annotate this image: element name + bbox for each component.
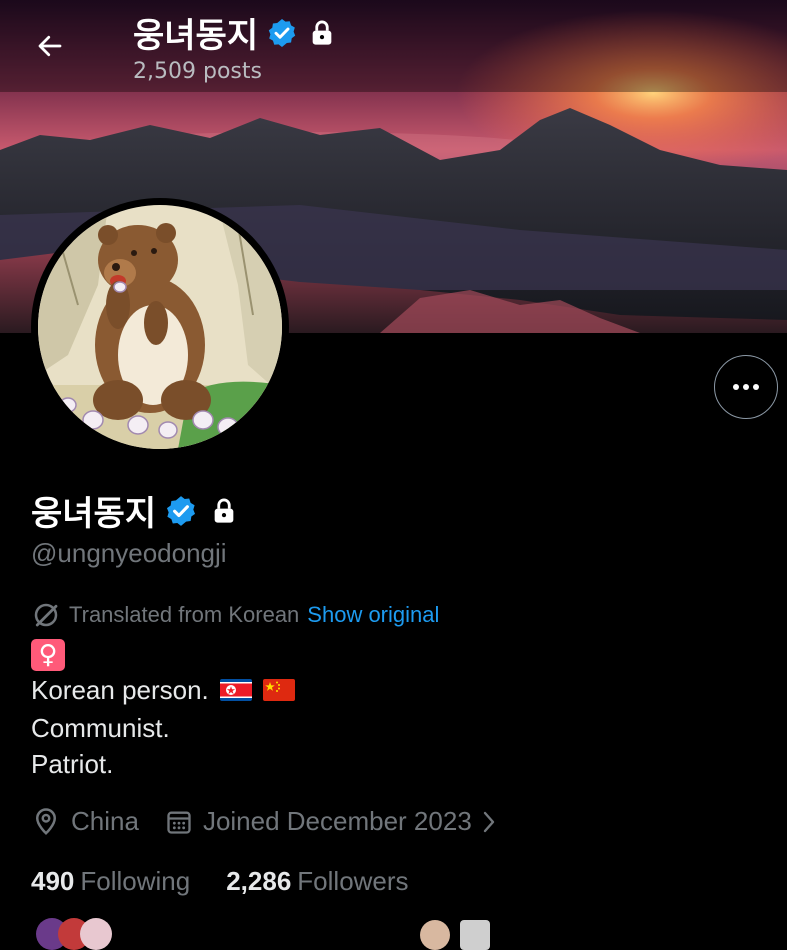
back-button[interactable] bbox=[28, 24, 72, 68]
bio-line: Communist. bbox=[31, 713, 170, 744]
posts-count: 2,509 posts bbox=[133, 59, 262, 84]
female-sign-emoji: ♀ bbox=[31, 639, 65, 671]
bio-line: Korean person. bbox=[31, 672, 296, 710]
chevron-right-icon bbox=[482, 810, 496, 834]
location-item: China bbox=[31, 806, 139, 837]
followers-count: 2,286 bbox=[226, 866, 292, 896]
header-title: 웅녀동지 bbox=[133, 8, 336, 57]
profile-handle: @ungnyeodongji bbox=[31, 538, 227, 568]
following-count: 490 bbox=[31, 866, 75, 896]
profile-bio: ♀ Korean person. Communist. Patriot. bbox=[31, 636, 296, 782]
china-flag bbox=[263, 674, 296, 710]
joined-item[interactable]: Joined December 2023 bbox=[165, 806, 496, 837]
verified-badge-icon[interactable] bbox=[164, 494, 198, 528]
profile-stats: 490 Following 2,286 Followers bbox=[31, 866, 409, 897]
following-label: Following bbox=[80, 866, 191, 896]
followed-by-avatars-right[interactable] bbox=[420, 920, 490, 950]
followers-label: Followers bbox=[297, 866, 409, 896]
profile-avatar[interactable] bbox=[31, 198, 289, 456]
translate-icon bbox=[31, 600, 61, 630]
ellipsis-icon bbox=[731, 382, 761, 392]
show-original-link[interactable]: Show original bbox=[307, 602, 439, 628]
avatar bbox=[80, 918, 112, 950]
header-display-name: 웅녀동지 bbox=[133, 16, 259, 56]
profile-display-name: 웅녀동지 bbox=[31, 494, 157, 534]
north-korea-flag bbox=[220, 674, 253, 710]
lock-icon bbox=[308, 19, 336, 47]
location-pin-icon bbox=[31, 807, 61, 837]
followers-link[interactable]: 2,286 Followers bbox=[226, 866, 408, 897]
avatar bbox=[420, 920, 450, 950]
profile-name-row: 웅녀동지 bbox=[31, 486, 238, 535]
profile-meta: China Joined December 2023 bbox=[31, 806, 496, 837]
joined-text: Joined December 2023 bbox=[202, 806, 472, 836]
bio-line: Patriot. bbox=[31, 749, 114, 780]
avatar bbox=[460, 920, 490, 950]
location-text: China bbox=[71, 806, 139, 836]
calendar-icon bbox=[165, 808, 193, 836]
followed-by-avatars[interactable] bbox=[36, 918, 116, 950]
bio-emoji-line: ♀ bbox=[31, 636, 295, 672]
bio-line-text: Korean person. bbox=[31, 675, 209, 705]
translation-row: Translated from Korean Show original bbox=[31, 600, 439, 630]
lock-icon bbox=[210, 497, 238, 525]
arrow-left-icon bbox=[35, 31, 65, 61]
top-bar: 웅녀동지 2,509 posts bbox=[0, 0, 787, 92]
verified-badge-icon[interactable] bbox=[266, 17, 298, 49]
following-link[interactable]: 490 Following bbox=[31, 866, 190, 897]
translated-label: Translated from Korean bbox=[69, 602, 300, 627]
more-options-button[interactable] bbox=[714, 355, 778, 419]
